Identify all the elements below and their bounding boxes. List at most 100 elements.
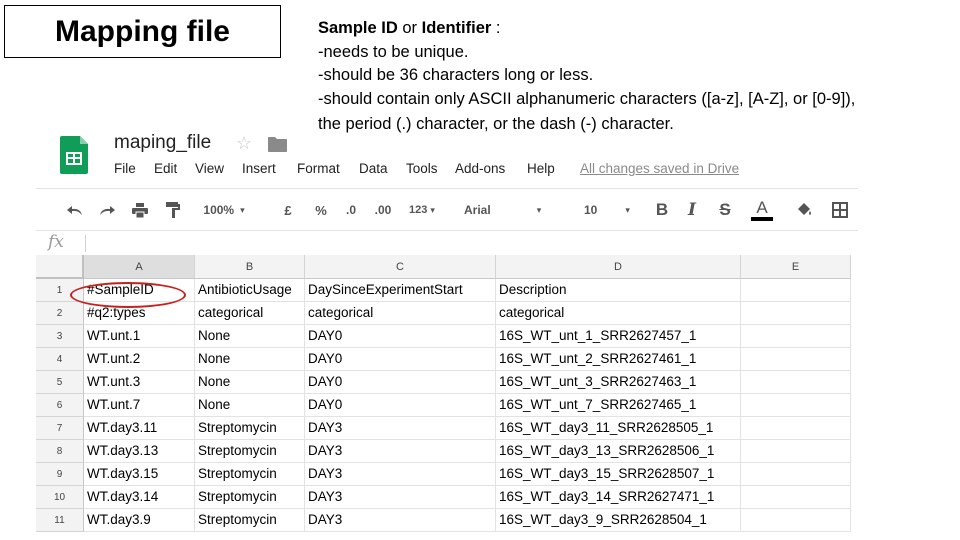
bold-button[interactable]: B xyxy=(652,189,672,231)
column-header-e[interactable]: E xyxy=(741,255,851,279)
percent-format-button[interactable]: % xyxy=(312,189,330,231)
cell-c[interactable]: DAY3 xyxy=(305,417,496,440)
zoom-select[interactable]: 100% ▾ xyxy=(203,189,244,231)
select-all-corner[interactable] xyxy=(36,255,84,279)
column-header-d[interactable]: D xyxy=(496,255,741,279)
cell-e[interactable] xyxy=(741,509,851,532)
saved-status-link[interactable]: All changes saved in Drive xyxy=(580,161,739,176)
increase-decimal-button[interactable]: .00 xyxy=(369,189,397,231)
cell-c[interactable]: DAY0 xyxy=(305,371,496,394)
cell-b[interactable]: None xyxy=(195,325,305,348)
cell-b[interactable]: Streptomycin xyxy=(195,463,305,486)
decrease-decimal-button[interactable]: .0 xyxy=(340,189,362,231)
menu-tools[interactable]: Tools xyxy=(406,161,438,176)
cell-c[interactable]: DAY3 xyxy=(305,463,496,486)
menu-insert[interactable]: Insert xyxy=(242,161,276,176)
menu-edit[interactable]: Edit xyxy=(154,161,177,176)
cell-d[interactable]: 16S_WT_day3_11_SRR2628505_1 xyxy=(496,417,741,440)
star-icon[interactable]: ☆ xyxy=(236,133,252,154)
cell-b[interactable]: None xyxy=(195,348,305,371)
column-header-c[interactable]: C xyxy=(305,255,496,279)
cell-d[interactable]: categorical xyxy=(496,302,741,325)
cell-a[interactable]: WT.day3.13 xyxy=(84,440,195,463)
cell-b[interactable]: AntibioticUsage xyxy=(195,279,305,302)
cell-c[interactable]: DAY3 xyxy=(305,509,496,532)
menu-addons[interactable]: Add-ons xyxy=(455,161,505,176)
cell-d[interactable]: 16S_WT_day3_13_SRR2628506_1 xyxy=(496,440,741,463)
menu-data[interactable]: Data xyxy=(359,161,388,176)
row-header[interactable]: 8 xyxy=(36,440,84,463)
row-header[interactable]: 2 xyxy=(36,302,84,325)
cell-d[interactable]: 16S_WT_unt_2_SRR2627461_1 xyxy=(496,348,741,371)
cell-d[interactable]: 16S_WT_day3_9_SRR2628504_1 xyxy=(496,509,741,532)
fill-color-icon[interactable] xyxy=(793,189,815,231)
row-header[interactable]: 11 xyxy=(36,509,84,532)
cell-a[interactable]: WT.day3.15 xyxy=(84,463,195,486)
formula-bar[interactable]: fx xyxy=(36,230,858,256)
currency-format-button[interactable]: £ xyxy=(279,189,297,231)
cell-a[interactable]: WT.unt.1 xyxy=(84,325,195,348)
document-title[interactable]: maping_file xyxy=(114,132,211,154)
row-header[interactable]: 3 xyxy=(36,325,84,348)
cell-d[interactable]: 16S_WT_day3_15_SRR2628507_1 xyxy=(496,463,741,486)
cell-e[interactable] xyxy=(741,486,851,509)
paint-format-icon[interactable] xyxy=(162,189,184,231)
cell-a[interactable]: WT.day3.14 xyxy=(84,486,195,509)
cell-b[interactable]: Streptomycin xyxy=(195,440,305,463)
font-size-select[interactable]: 10 ▾ xyxy=(576,189,636,231)
cell-e[interactable] xyxy=(741,348,851,371)
menu-view[interactable]: View xyxy=(195,161,224,176)
cell-b[interactable]: None xyxy=(195,394,305,417)
cell-d[interactable]: 16S_WT_unt_3_SRR2627463_1 xyxy=(496,371,741,394)
cell-e[interactable] xyxy=(741,371,851,394)
row-header[interactable]: 10 xyxy=(36,486,84,509)
print-icon[interactable] xyxy=(129,189,151,231)
font-family-select[interactable]: Arial ▾ xyxy=(456,189,556,231)
cell-c[interactable]: DaySinceExperimentStart xyxy=(305,279,496,302)
cell-d[interactable]: Description xyxy=(496,279,741,302)
cell-c[interactable]: DAY0 xyxy=(305,394,496,417)
cell-a[interactable]: WT.unt.7 xyxy=(84,394,195,417)
cell-b[interactable]: Streptomycin xyxy=(195,509,305,532)
cell-c[interactable]: DAY3 xyxy=(305,440,496,463)
cell-e[interactable] xyxy=(741,279,851,302)
row-header[interactable]: 6 xyxy=(36,394,84,417)
cell-d[interactable]: 16S_WT_unt_1_SRR2627457_1 xyxy=(496,325,741,348)
cell-d[interactable]: 16S_WT_day3_14_SRR2627471_1 xyxy=(496,486,741,509)
cell-a[interactable]: WT.day3.11 xyxy=(84,417,195,440)
redo-icon[interactable] xyxy=(96,189,118,231)
row-header[interactable]: 4 xyxy=(36,348,84,371)
cell-e[interactable] xyxy=(741,325,851,348)
cell-e[interactable] xyxy=(741,394,851,417)
column-header-b[interactable]: B xyxy=(195,255,305,279)
cell-b[interactable]: categorical xyxy=(195,302,305,325)
folder-icon[interactable] xyxy=(268,137,287,152)
sheets-logo-icon[interactable] xyxy=(60,136,88,174)
cell-e[interactable] xyxy=(741,302,851,325)
cell-c[interactable]: DAY0 xyxy=(305,348,496,371)
undo-icon[interactable] xyxy=(64,189,86,231)
cell-c[interactable]: categorical xyxy=(305,302,496,325)
borders-icon[interactable] xyxy=(829,189,851,231)
cell-d[interactable]: 16S_WT_unt_7_SRR2627465_1 xyxy=(496,394,741,417)
row-header[interactable]: 7 xyxy=(36,417,84,440)
cell-c[interactable]: DAY3 xyxy=(305,486,496,509)
menu-help[interactable]: Help xyxy=(527,161,555,176)
cell-a[interactable]: WT.day3.9 xyxy=(84,509,195,532)
menu-file[interactable]: File xyxy=(114,161,136,176)
cell-e[interactable] xyxy=(741,440,851,463)
cell-e[interactable] xyxy=(741,463,851,486)
cell-b[interactable]: Streptomycin xyxy=(195,486,305,509)
cell-a[interactable]: WT.unt.3 xyxy=(84,371,195,394)
more-formats-button[interactable]: 123 ▾ xyxy=(403,189,441,231)
cell-a[interactable]: WT.unt.2 xyxy=(84,348,195,371)
strikethrough-button[interactable]: S xyxy=(715,189,735,231)
cell-e[interactable] xyxy=(741,417,851,440)
cell-b[interactable]: None xyxy=(195,371,305,394)
column-header-a[interactable]: A xyxy=(84,255,195,279)
cell-c[interactable]: DAY0 xyxy=(305,325,496,348)
italic-button[interactable]: I xyxy=(682,189,702,231)
cell-b[interactable]: Streptomycin xyxy=(195,417,305,440)
row-header[interactable]: 5 xyxy=(36,371,84,394)
text-color-button[interactable]: A xyxy=(749,189,775,231)
